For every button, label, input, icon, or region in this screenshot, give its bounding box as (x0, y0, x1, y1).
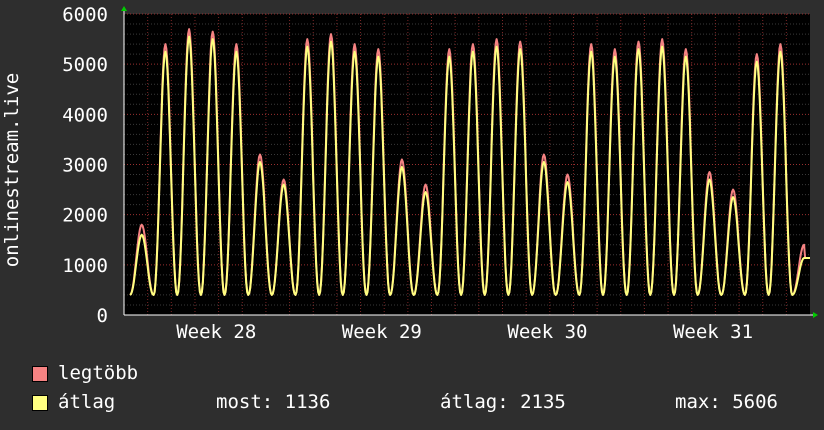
y-tick-label: 4000 (62, 104, 108, 126)
y-tick-label: 1000 (62, 255, 108, 277)
x-tick-label: Week 29 (342, 321, 422, 343)
x-tick-label: Week 31 (673, 321, 753, 343)
y-tick-label: 5000 (62, 54, 108, 76)
x-tick-label: Week 30 (507, 321, 587, 343)
chart-svg: 0 1000 2000 3000 4000 5000 6000 Week 28 Week 29… (1, 4, 818, 343)
y-axis-label: onlinestream.live (1, 73, 23, 267)
stat-now: most: 1136 (216, 391, 331, 413)
stat-max: max: 5606 (675, 391, 778, 413)
y-tick-label: 2000 (62, 205, 108, 227)
legend-swatch-avg (32, 395, 48, 411)
x-ticks: Week 28 Week 29 Week 30 Week 31 (176, 321, 753, 343)
y-ticks: 0 1000 2000 3000 4000 5000 6000 (62, 4, 108, 327)
y-tick-label: 3000 (62, 155, 108, 177)
x-tick-label: Week 28 (176, 321, 256, 343)
legend-label-max: legtöbb (58, 362, 139, 384)
y-tick-label: 6000 (62, 4, 108, 26)
legend-label-avg: átlag (58, 391, 116, 413)
y-axis-arrow (121, 6, 127, 11)
y-tick-label: 0 (97, 305, 108, 327)
legend-swatch-max (32, 366, 48, 382)
x-axis-arrow (813, 312, 818, 318)
stat-average: átlag: 2135 (440, 391, 566, 413)
